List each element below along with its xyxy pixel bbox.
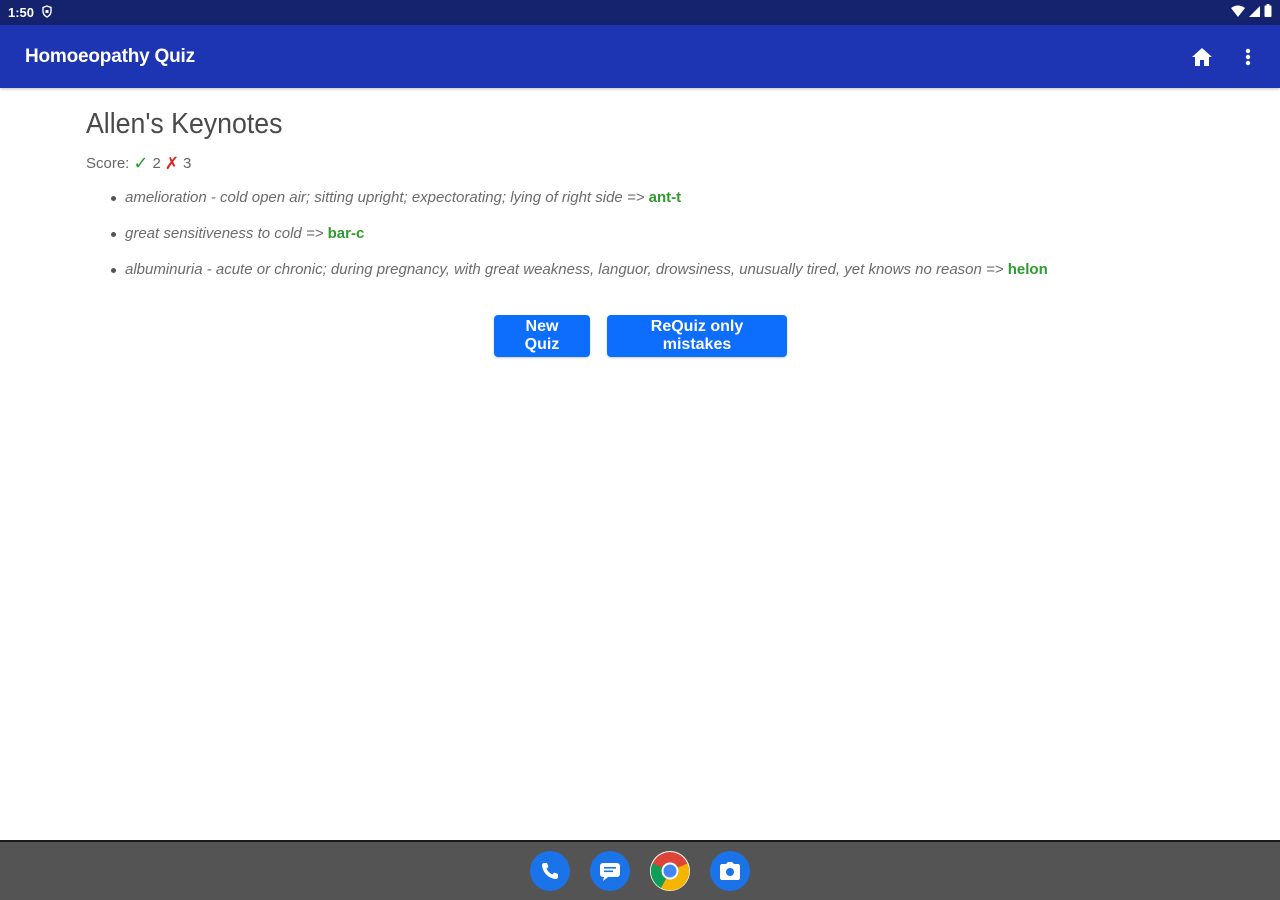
item-answer: ant-t: [648, 189, 682, 206]
app-bar: Homoeopathy Quiz: [0, 25, 1280, 88]
item-arrow: =>: [305, 225, 324, 242]
new-quiz-button[interactable]: New Quiz: [494, 315, 590, 357]
status-left: 1:50: [8, 4, 52, 21]
item-answer: helon: [1007, 261, 1048, 278]
home-icon[interactable]: [1190, 45, 1214, 69]
quiz-results: Allen's Keynotes Score: ✓ 2 ✗ 3 ameliora…: [86, 108, 1186, 357]
list-item: great sensitiveness to cold => bar-c: [108, 224, 1186, 260]
item-question: amelioration - cold open air; sitting up…: [125, 189, 623, 206]
chrome-icon[interactable]: [650, 851, 690, 891]
taskbar: [0, 840, 1280, 900]
messages-icon[interactable]: [590, 851, 630, 891]
wrong-count: 3: [183, 155, 192, 172]
list-item: amelioration - cold open air; sitting up…: [108, 188, 1186, 224]
page-title: Allen's Keynotes: [86, 108, 283, 140]
requiz-mistakes-button[interactable]: ReQuiz only mistakes: [607, 315, 787, 357]
correct-count: 2: [152, 155, 161, 172]
action-buttons: New Quiz ReQuiz only mistakes: [494, 315, 787, 357]
item-question: great sensitiveness to cold: [125, 225, 302, 242]
status-right: [1231, 3, 1272, 22]
check-icon: ✓: [133, 153, 149, 173]
more-vert-icon[interactable]: [1236, 45, 1260, 69]
item-answer: bar-c: [327, 225, 365, 242]
shield-icon: [42, 4, 52, 21]
answer-list: amelioration - cold open air; sitting up…: [86, 188, 1186, 296]
battery-icon: [1264, 3, 1272, 22]
item-arrow: =>: [986, 261, 1004, 278]
status-time: 1:50: [8, 5, 35, 20]
score-line: Score: ✓ 2 ✗ 3: [86, 153, 1186, 174]
item-question: albuminuria - acute or chronic; during p…: [125, 261, 982, 278]
app-title: Homoeopathy Quiz: [25, 45, 195, 67]
wifi-icon: [1231, 4, 1245, 22]
list-item: albuminuria - acute or chronic; during p…: [108, 260, 1186, 296]
phone-icon[interactable]: [530, 851, 570, 891]
camera-icon[interactable]: [710, 851, 750, 891]
item-arrow: =>: [626, 189, 645, 206]
score-label: Score:: [86, 155, 130, 172]
signal-icon: [1249, 4, 1260, 22]
status-bar: 1:50: [0, 0, 1280, 25]
app-actions: [1190, 45, 1260, 69]
cross-icon: ✗: [164, 153, 180, 173]
